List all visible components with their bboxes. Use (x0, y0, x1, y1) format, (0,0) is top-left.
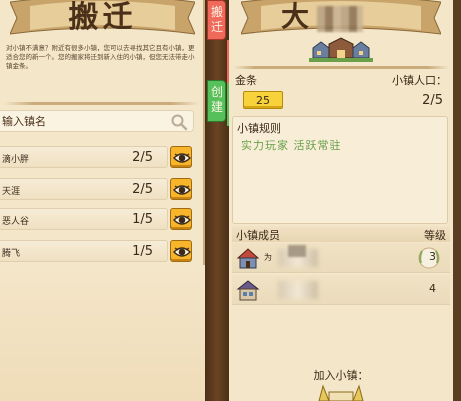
tab-relocate[interactable]: 搬迁 (207, 0, 226, 40)
town-bar[interactable]: 恶人谷 1/5 (0, 208, 168, 230)
town-list-item: 滴小胖 2/5 (0, 146, 196, 168)
level-label: 等级 (424, 229, 446, 242)
town-population: 2/5 (132, 182, 153, 197)
tab-relocate-label: 搬迁 (210, 5, 223, 34)
member-name: 为 (264, 253, 272, 262)
members-header: 小镇成员 等级 (232, 226, 450, 242)
member-row[interactable]: 4 (232, 275, 450, 305)
relocate-description: 对小镇不满意？附近有很多小镇，您可以去寻找其它且有小镇，更适合您的新一个。您的搬… (6, 44, 195, 70)
gold-badge: 25 (243, 91, 283, 109)
town-stats: 金条 25 小镇人口： 2/5 (231, 70, 451, 114)
search-icon[interactable] (170, 113, 188, 131)
town-name: 天涯 (2, 187, 21, 197)
member-level: 4 (429, 282, 436, 295)
town-emblem-icon (309, 37, 373, 62)
eye-icon (173, 185, 191, 195)
town-name: 腾飞 (2, 249, 21, 259)
town-list-item: 恶人谷 1/5 (0, 208, 196, 230)
member-house-avatar (236, 248, 260, 269)
tab-create-label: 创建 (210, 85, 223, 114)
member-house-avatar (236, 280, 260, 301)
member-level: 3 (429, 250, 436, 263)
rules-text: 实力玩家 活跃常驻 (241, 139, 342, 152)
town-bar[interactable]: 滴小胖 2/5 (0, 146, 168, 168)
town-name: 恶人谷 (2, 217, 30, 227)
town-bar[interactable]: 天涯 2/5 (0, 178, 168, 200)
gold-value: 25 (256, 94, 270, 107)
panel-shade (0, 265, 205, 401)
view-town-button[interactable] (170, 146, 192, 168)
divider (4, 102, 200, 105)
town-name-title: 大 (281, 0, 310, 33)
town-list-item: 天涯 2/5 (0, 178, 196, 200)
eye-icon (173, 247, 191, 257)
eye-icon (173, 153, 191, 163)
view-town-button[interactable] (170, 208, 192, 230)
tab-create[interactable]: 创建 (207, 80, 226, 122)
population-value: 2/5 (422, 93, 443, 108)
members-label: 小镇成员 (236, 229, 280, 242)
town-bar[interactable]: 腾飞 1/5 (0, 240, 168, 262)
redacted-name-mosaic (317, 6, 363, 32)
relocate-title: 搬迁 (68, 0, 137, 35)
town-list-item: 腾飞 1/5 (0, 240, 196, 262)
town-population: 1/5 (132, 212, 153, 227)
view-town-button[interactable] (170, 240, 192, 262)
wood-frame-middle (205, 0, 229, 401)
divider (233, 66, 449, 69)
relocate-panel: 搬迁 对小镇不满意？附近有很多小镇，您可以去寻找其它且有小镇，更适合您的新一个。… (0, 0, 205, 401)
view-town-button[interactable] (170, 178, 192, 200)
town-rules-box: 小镇规则 实力玩家 活跃常驻 (232, 116, 448, 224)
town-search-input[interactable] (0, 111, 165, 131)
wood-frame-right (453, 0, 461, 401)
town-population: 2/5 (132, 150, 153, 165)
join-button-ornament[interactable] (313, 384, 369, 401)
redacted-member-name (278, 281, 318, 299)
town-detail-panel: 大 金条 25 小镇人口： 2/5 小镇规则 实力玩家 活跃常驻 小镇成员 等级… (229, 0, 453, 401)
population-label: 小镇人口： (392, 74, 447, 87)
town-search-box (0, 110, 194, 132)
gold-label: 金条 (235, 74, 257, 87)
member-row[interactable]: 为 3 (232, 243, 450, 273)
eye-icon (173, 215, 191, 225)
join-town-label: 加入小镇： (313, 369, 369, 382)
town-population: 1/5 (132, 244, 153, 259)
rules-label: 小镇规则 (237, 122, 281, 135)
redacted-member-mosaic (288, 245, 306, 257)
town-name: 滴小胖 (2, 155, 30, 165)
